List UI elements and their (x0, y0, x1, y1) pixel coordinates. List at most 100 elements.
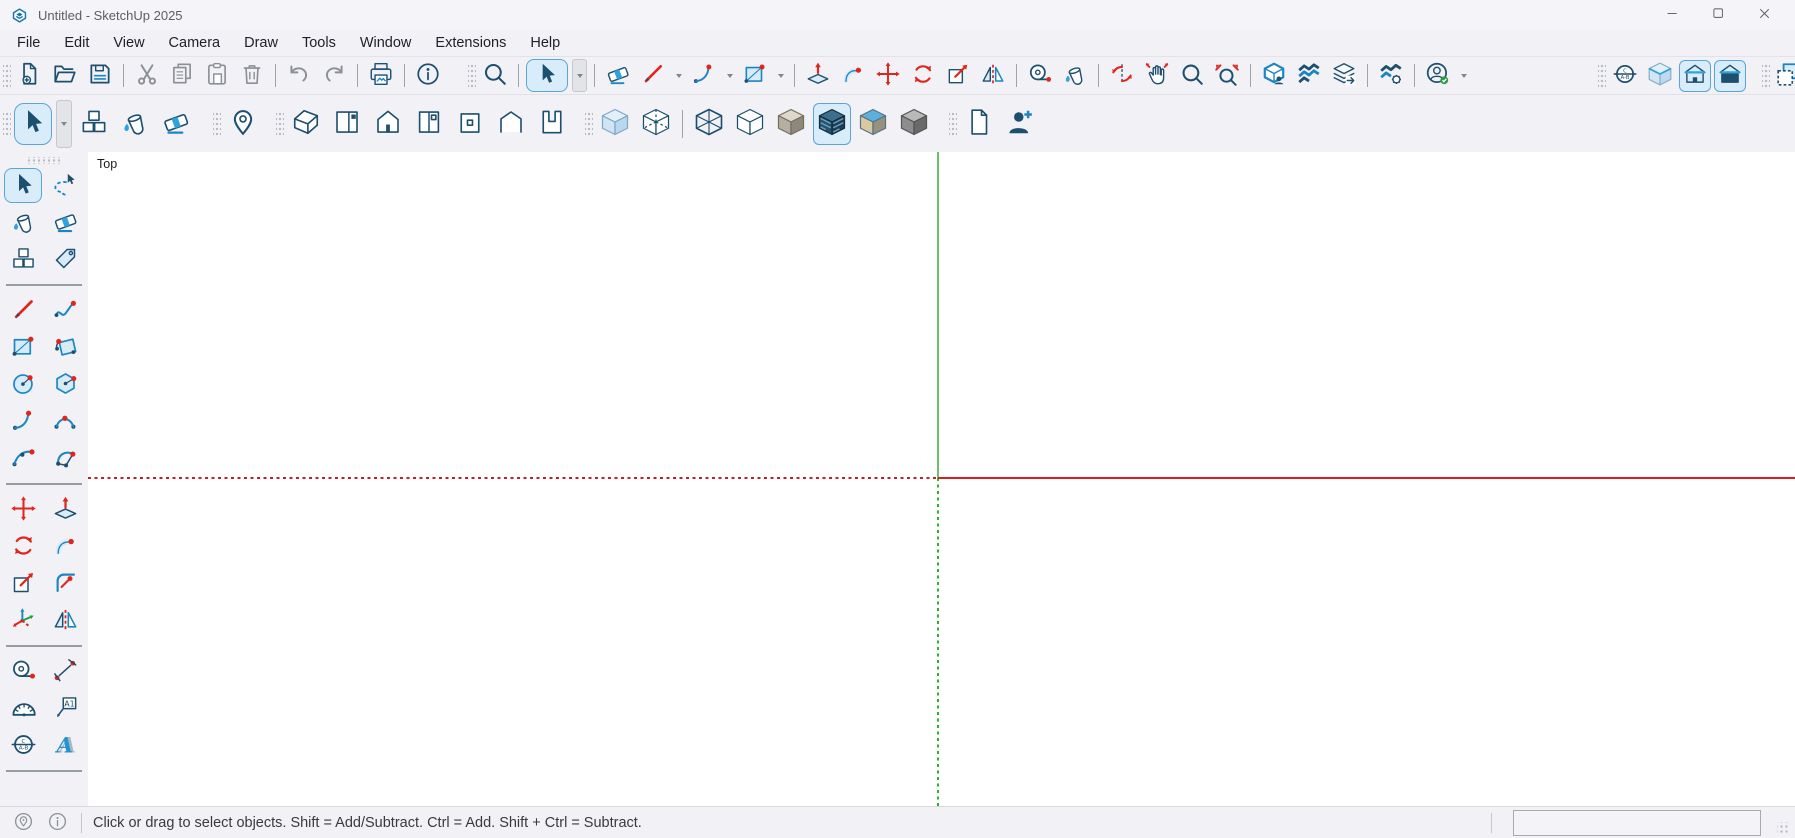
toolbar-grip[interactable] (3, 63, 11, 89)
model-info-button[interactable] (412, 60, 444, 92)
zoom-extents-button[interactable] (1211, 60, 1243, 92)
copy-button[interactable] (166, 60, 198, 92)
view-back-button[interactable] (451, 103, 489, 145)
arc-button[interactable] (688, 60, 720, 92)
scale-button[interactable] (4, 566, 42, 601)
fs-shaded-button[interactable] (772, 103, 810, 145)
toolbar-grip[interactable] (1598, 63, 1606, 89)
page-blank-button[interactable] (960, 103, 998, 145)
orbit-button[interactable] (1106, 60, 1138, 92)
eraser-button[interactable] (602, 60, 634, 92)
follow-me-button[interactable] (46, 529, 84, 564)
scale-button[interactable] (942, 60, 974, 92)
new-file-button[interactable] (14, 60, 46, 92)
resize-grip[interactable] (1777, 822, 1789, 834)
paint-bucket-button[interactable] (1059, 60, 1091, 92)
flip-button[interactable] (46, 603, 84, 638)
extension-manager-button[interactable] (1375, 60, 1407, 92)
add-person-button[interactable] (1001, 103, 1039, 145)
paint-bucket-button[interactable] (4, 205, 42, 240)
close-button[interactable] (1741, 0, 1787, 30)
select-button[interactable] (526, 59, 568, 92)
account-dropdown[interactable] (1457, 61, 1470, 91)
display-section-planes-button[interactable] (1644, 60, 1676, 92)
axes-button[interactable] (4, 603, 42, 638)
toolbar-grip[interactable] (1762, 63, 1770, 89)
info-button[interactable] (46, 812, 68, 834)
toolbar-grip[interactable] (468, 63, 476, 89)
tape-measure-button[interactable] (1024, 60, 1056, 92)
pan-button[interactable] (1141, 60, 1173, 92)
rotate-button[interactable] (907, 60, 939, 92)
share-model-button[interactable] (1328, 60, 1360, 92)
text-button[interactable]: A1 (46, 691, 84, 726)
eraser-button[interactable] (46, 205, 84, 240)
delete-button[interactable] (236, 60, 268, 92)
follow-me-button[interactable] (837, 60, 869, 92)
flip-button[interactable] (977, 60, 1009, 92)
fs-backedges-button[interactable] (637, 103, 675, 145)
toolbar-grip[interactable] (25, 157, 63, 164)
search-button[interactable] (479, 60, 511, 92)
rectangle-dropdown[interactable] (774, 61, 787, 91)
view-iso-button[interactable] (287, 103, 325, 145)
select-window-button[interactable] (1773, 60, 1795, 92)
three-point-arc-button[interactable] (4, 441, 42, 476)
menu-window[interactable]: Window (348, 30, 424, 56)
protractor-button[interactable] (4, 691, 42, 726)
menu-edit[interactable]: Edit (52, 30, 101, 56)
extension-warehouse-button[interactable] (1293, 60, 1325, 92)
select-button[interactable] (4, 168, 42, 203)
circle-button[interactable] (4, 367, 42, 402)
select-dropdown[interactable] (56, 100, 72, 148)
cut-button[interactable] (131, 60, 163, 92)
components-button[interactable] (4, 242, 42, 277)
location-pin-button[interactable] (224, 103, 262, 145)
arc-button[interactable] (4, 404, 42, 439)
two-point-arc-button[interactable] (46, 404, 84, 439)
line-button[interactable] (4, 293, 42, 328)
line-button[interactable] (637, 60, 669, 92)
toolbar-grip[interactable] (585, 111, 593, 137)
line-dropdown[interactable] (672, 61, 685, 91)
menu-tools[interactable]: Tools (290, 30, 348, 56)
view-bottom-button[interactable] (533, 103, 571, 145)
fs-mono-button[interactable] (895, 103, 933, 145)
toolbar-grip[interactable] (276, 111, 284, 137)
section-plane-button[interactable]: CA-B (4, 728, 42, 763)
rotate-button[interactable] (4, 529, 42, 564)
rectangle-button[interactable] (739, 60, 771, 92)
open-folder-button[interactable] (49, 60, 81, 92)
minimize-button[interactable] (1649, 0, 1695, 30)
display-section-cuts-button[interactable] (1679, 60, 1711, 92)
rotated-rectangle-button[interactable] (46, 330, 84, 365)
lasso-button[interactable] (46, 168, 84, 203)
fs-hiddenline-button[interactable] (731, 103, 769, 145)
3d-text-button[interactable]: AA (46, 728, 84, 763)
components-button[interactable] (75, 103, 113, 145)
view-right-button[interactable] (410, 103, 448, 145)
select-dropdown[interactable] (572, 59, 587, 92)
print-button[interactable] (365, 60, 397, 92)
menu-file[interactable]: File (5, 30, 52, 56)
offset-button[interactable] (46, 566, 84, 601)
undo-button[interactable] (283, 60, 315, 92)
dimension-button[interactable] (46, 654, 84, 689)
redo-button[interactable] (318, 60, 350, 92)
view-top-button[interactable] (328, 103, 366, 145)
tag-button[interactable] (46, 242, 84, 277)
view-front-button[interactable] (369, 103, 407, 145)
rectangle-button[interactable] (4, 330, 42, 365)
menu-help[interactable]: Help (518, 30, 572, 56)
select-button[interactable] (14, 103, 52, 145)
maximize-button[interactable] (1695, 0, 1741, 30)
paste-button[interactable] (201, 60, 233, 92)
display-section-fill-button[interactable] (1714, 60, 1746, 92)
view-left-button[interactable] (492, 103, 530, 145)
3d-warehouse-button[interactable] (1258, 60, 1290, 92)
paint-bucket-button[interactable] (116, 103, 154, 145)
fs-xray-button[interactable] (596, 103, 634, 145)
menu-draw[interactable]: Draw (232, 30, 290, 56)
menu-camera[interactable]: Camera (157, 30, 233, 56)
arc-dropdown[interactable] (723, 61, 736, 91)
